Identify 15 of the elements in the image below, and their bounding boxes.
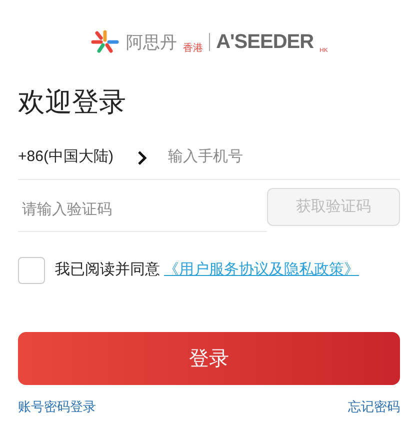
password-login-link[interactable]: 账号密码登录 — [18, 397, 96, 416]
country-code[interactable]: +86(中国大陆) — [18, 146, 136, 169]
logo-subtext: 香港 — [183, 42, 204, 56]
phone-input[interactable]: 输入手机号 — [168, 146, 400, 169]
logo-text: A'SEEDER — [216, 30, 314, 55]
logo-text: 阿思丹 — [126, 34, 178, 50]
forgot-password-link[interactable]: 忘记密码 — [348, 397, 400, 416]
page-title: 欢迎登录 — [18, 86, 127, 119]
agreement-text: 我已阅读并同意 — [55, 260, 160, 280]
logo-icon — [90, 29, 120, 55]
agreement-link[interactable]: 《用户服务协议及隐私政策》 — [164, 259, 359, 282]
code-input[interactable]: 请输入验证码 — [18, 188, 267, 232]
agree-checkbox[interactable] — [18, 257, 45, 284]
chevron-right-icon[interactable] — [136, 150, 148, 166]
login-button[interactable]: 登录 — [18, 332, 400, 385]
